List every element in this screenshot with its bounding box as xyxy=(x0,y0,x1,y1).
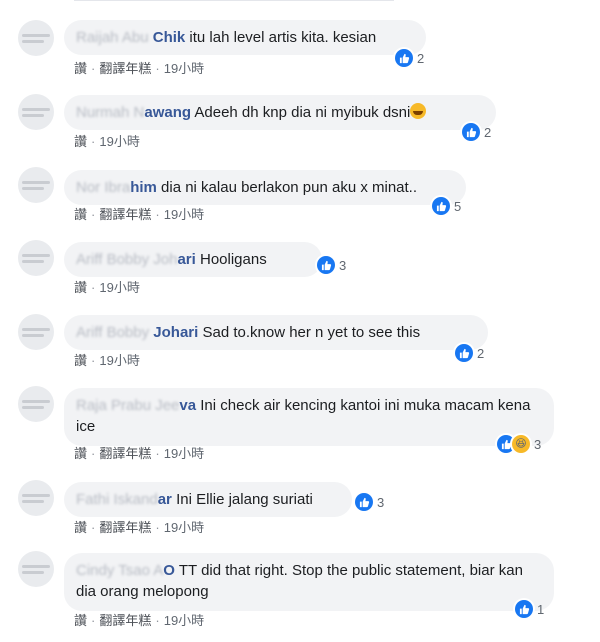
translate-link[interactable]: 翻譯年糕 xyxy=(99,207,151,222)
like-reaction-icon xyxy=(432,197,450,215)
commenter-name[interactable]: Nurmah Nawang xyxy=(76,104,191,121)
avatar[interactable] xyxy=(18,240,54,276)
comment-text: Adeeh dh knp dia ni myibuk dsni xyxy=(194,104,411,121)
like-link[interactable]: 讚 xyxy=(74,353,87,368)
reaction-summary[interactable]: 2 xyxy=(395,48,424,68)
like-reaction-icon xyxy=(515,600,533,618)
comment-text: Ini Ellie jalang suriati xyxy=(176,491,313,508)
comment-bubble: Raja Prabu Jeeva Ini check air kencing k… xyxy=(64,388,554,446)
commenter-name[interactable]: Nor Ibrahim xyxy=(76,179,157,196)
haha-reaction-icon: 😆 xyxy=(512,435,530,453)
avatar[interactable] xyxy=(18,20,54,56)
reaction-summary[interactable]: 3 xyxy=(355,492,384,512)
commenter-name[interactable]: Ariff Bobby Johari xyxy=(76,251,196,268)
reaction-summary[interactable]: 5 xyxy=(432,196,461,216)
timestamp[interactable]: 19小時 xyxy=(164,520,204,535)
reaction-summary[interactable]: 😆 3 xyxy=(497,434,541,454)
timestamp[interactable]: 19小時 xyxy=(99,353,139,368)
commenter-name[interactable]: Cindy Tsao AO xyxy=(76,562,175,579)
like-link[interactable]: 讚 xyxy=(74,207,87,222)
timestamp[interactable]: 19小時 xyxy=(99,280,139,295)
reaction-count: 3 xyxy=(534,436,542,452)
laughing-emoji-icon xyxy=(410,103,427,119)
reaction-count: 5 xyxy=(454,198,462,214)
comment-bubble: Raijah Abu Chik itu lah level artis kita… xyxy=(64,20,426,55)
translate-link[interactable]: 翻譯年糕 xyxy=(99,61,151,76)
like-reaction-icon xyxy=(462,123,480,141)
comment-bubble: Nurmah Nawang Adeeh dh knp dia ni myibuk… xyxy=(64,95,496,130)
comment-actions: 讚 · 翻譯年糕 · 19小時 xyxy=(74,446,205,461)
like-link[interactable]: 讚 xyxy=(74,61,87,76)
like-link[interactable]: 讚 xyxy=(74,613,87,628)
comment-text: Hooligans xyxy=(199,251,267,268)
comment-actions: 讚 · 19小時 xyxy=(74,134,140,149)
timestamp[interactable]: 19小時 xyxy=(164,613,204,628)
timestamp[interactable]: 19小時 xyxy=(99,134,139,149)
divider xyxy=(74,0,394,1)
comment-actions: 讚 · 翻譯年糕 · 19小時 xyxy=(74,613,205,628)
avatar[interactable] xyxy=(18,551,54,587)
comment-text: Sad to.know her n yet to see this xyxy=(202,324,421,341)
comment-actions: 讚 · 翻譯年糕 · 19小時 xyxy=(74,520,205,535)
like-reaction-icon xyxy=(455,344,473,362)
avatar[interactable] xyxy=(18,167,54,203)
comment-bubble: Ariff Bobby Johari Hooligans xyxy=(64,242,322,277)
reaction-summary[interactable]: 3 xyxy=(317,255,346,275)
timestamp[interactable]: 19小時 xyxy=(164,446,204,461)
like-link[interactable]: 讚 xyxy=(74,280,87,295)
reaction-count: 2 xyxy=(477,345,485,361)
comment-bubble: Ariff Bobby Johari Sad to.know her n yet… xyxy=(64,315,488,350)
avatar[interactable] xyxy=(18,480,54,516)
translate-link[interactable]: 翻譯年糕 xyxy=(99,613,151,628)
like-link[interactable]: 讚 xyxy=(74,520,87,535)
comment-actions: 讚 · 19小時 xyxy=(74,280,140,295)
timestamp[interactable]: 19小時 xyxy=(164,61,204,76)
commenter-name[interactable]: Raijah Abu Chik xyxy=(76,29,185,46)
like-reaction-icon xyxy=(395,49,413,67)
timestamp[interactable]: 19小時 xyxy=(164,207,204,222)
reaction-count: 1 xyxy=(537,601,545,617)
reaction-count: 3 xyxy=(339,257,347,273)
avatar[interactable] xyxy=(18,314,54,350)
like-reaction-icon xyxy=(317,256,335,274)
reaction-summary[interactable]: 2 xyxy=(455,343,484,363)
commenter-name[interactable]: Fathi Iskandar xyxy=(76,491,172,508)
translate-link[interactable]: 翻譯年糕 xyxy=(99,520,151,535)
comment-text: itu lah level artis kita. kesian xyxy=(189,29,377,46)
commenter-name[interactable]: Raja Prabu Jeeva xyxy=(76,397,196,414)
translate-link[interactable]: 翻譯年糕 xyxy=(99,446,151,461)
like-link[interactable]: 讚 xyxy=(74,446,87,461)
avatar[interactable] xyxy=(18,94,54,130)
reaction-count: 2 xyxy=(484,124,492,140)
reaction-count: 2 xyxy=(417,50,425,66)
comment-text: dia ni kalau berlakon pun aku x minat.. xyxy=(161,179,418,196)
reaction-summary[interactable]: 2 xyxy=(462,122,491,142)
reaction-summary[interactable]: 1 xyxy=(515,599,544,619)
commenter-name[interactable]: Ariff Bobby Johari xyxy=(76,324,198,341)
comment-bubble: Cindy Tsao AO TT did that right. Stop th… xyxy=(64,553,554,611)
comment-actions: 讚 · 19小時 xyxy=(74,353,140,368)
avatar[interactable] xyxy=(18,386,54,422)
like-link[interactable]: 讚 xyxy=(74,134,87,149)
comment-bubble: Nor Ibrahim dia ni kalau berlakon pun ak… xyxy=(64,170,466,205)
like-reaction-icon xyxy=(355,493,373,511)
comment-bubble: Fathi Iskandar Ini Ellie jalang suriati xyxy=(64,482,352,517)
comment-actions: 讚 · 翻譯年糕 · 19小時 xyxy=(74,207,205,222)
reaction-count: 3 xyxy=(377,494,385,510)
comment-actions: 讚 · 翻譯年糕 · 19小時 xyxy=(74,61,205,76)
